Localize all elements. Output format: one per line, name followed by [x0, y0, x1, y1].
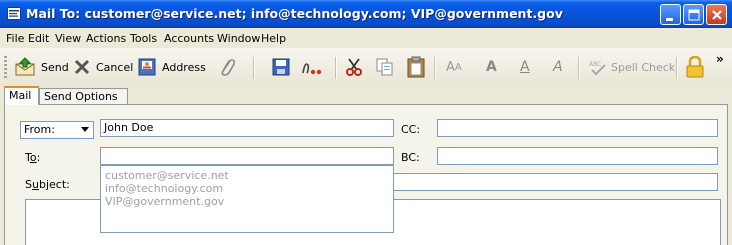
- from-select[interactable]: From:: [20, 121, 94, 139]
- underline-button[interactable]: A: [520, 55, 530, 79]
- lock-icon: [686, 56, 704, 78]
- underline-label: A: [520, 59, 530, 75]
- spell-check-icon: ABC: [589, 61, 606, 76]
- cancel-label: Cancel: [96, 60, 134, 74]
- menu-bar: File Edit View Actions Tools Accounts Wi…: [0, 28, 732, 48]
- spell-check-label: Spell Check: [611, 60, 676, 74]
- maximize-button[interactable]: [683, 4, 704, 25]
- mail-window-icon: [7, 7, 21, 20]
- address-book-icon: [138, 58, 156, 76]
- save-button[interactable]: [272, 55, 290, 79]
- svg-text:ABC: ABC: [589, 61, 601, 68]
- close-icon: [712, 10, 722, 20]
- address-label: Address: [162, 60, 206, 74]
- save-icon: [272, 58, 290, 76]
- signature-icon: [302, 63, 322, 75]
- toolbar-separator: [253, 57, 255, 79]
- toolbar-separator: [578, 57, 580, 79]
- paperclip-icon: [221, 59, 236, 76]
- maximize-icon: [688, 9, 700, 21]
- security-button[interactable]: [686, 55, 704, 79]
- toolbar-separator: [335, 57, 337, 79]
- font-size-small-label: A: [454, 61, 462, 73]
- to-field[interactable]: [100, 147, 394, 165]
- autocomplete-item[interactable]: customer@service.net: [105, 169, 229, 182]
- close-button[interactable]: [706, 4, 727, 25]
- tab-strip: Mail Send Options: [0, 86, 732, 105]
- cut-button[interactable]: [344, 55, 364, 79]
- italic-label: A: [553, 59, 563, 75]
- from-select-label: From:: [24, 123, 55, 136]
- menu-view[interactable]: View: [55, 32, 81, 45]
- mail-compose-window: Mail To: customer@service.net; info@tech…: [0, 0, 732, 245]
- toolbar-grip[interactable]: [4, 56, 7, 80]
- bold-button[interactable]: A: [486, 55, 497, 79]
- paste-button[interactable]: [406, 55, 426, 79]
- font-size-button[interactable]: AA: [446, 55, 462, 79]
- autocomplete-item[interactable]: info@technology.com: [105, 182, 223, 195]
- address-button[interactable]: Address: [137, 55, 206, 79]
- paste-icon: [407, 56, 425, 78]
- toolbar-separator: [434, 57, 436, 79]
- italic-button[interactable]: A: [553, 55, 563, 79]
- minimize-button[interactable]: [660, 4, 681, 25]
- copy-button[interactable]: [375, 55, 395, 79]
- bc-field[interactable]: [437, 147, 718, 165]
- tab-send-options[interactable]: Send Options: [39, 88, 128, 104]
- spell-check-button[interactable]: ABC Spell Check: [588, 55, 675, 79]
- cc-field[interactable]: [437, 119, 718, 137]
- tab-mail-label: Mail: [9, 89, 32, 102]
- toolbar-separator: [676, 57, 678, 79]
- attach-button[interactable]: [217, 55, 237, 79]
- menu-tools[interactable]: Tools: [130, 32, 157, 45]
- tab-mail[interactable]: Mail: [4, 86, 39, 105]
- to-label: To:: [25, 151, 41, 164]
- menu-actions[interactable]: Actions: [86, 32, 126, 45]
- copy-icon: [376, 58, 393, 76]
- cc-label: CC:: [401, 123, 421, 136]
- minimize-icon: [666, 18, 673, 21]
- toolbar: Send Cancel Address A A A A A ABC Spell …: [0, 48, 732, 87]
- send-button[interactable]: Send: [14, 55, 69, 79]
- menu-help[interactable]: Help: [261, 32, 286, 45]
- subject-label: Subject:: [25, 178, 70, 191]
- signature-button[interactable]: [299, 55, 325, 79]
- scissors-icon: [346, 58, 362, 76]
- from-value: John Doe: [104, 121, 154, 134]
- font-size-label: A: [446, 59, 455, 75]
- menu-accounts[interactable]: Accounts: [164, 32, 214, 45]
- send-icon: [15, 57, 35, 76]
- menu-edit[interactable]: Edit: [28, 32, 49, 45]
- send-label: Send: [41, 60, 69, 74]
- menu-file[interactable]: File: [6, 32, 24, 45]
- chevron-down-icon: [81, 127, 89, 132]
- to-autocomplete-list: customer@service.net info@technology.com…: [100, 165, 394, 233]
- from-field[interactable]: John Doe: [100, 119, 394, 137]
- toolbar-overflow-chevron[interactable]: »: [716, 52, 724, 66]
- bc-label: BC:: [401, 151, 420, 164]
- cancel-button[interactable]: Cancel: [73, 55, 133, 79]
- autocomplete-item[interactable]: VIP@government.gov: [105, 195, 224, 208]
- title-bar[interactable]: Mail To: customer@service.net; info@tech…: [0, 0, 732, 28]
- menu-window[interactable]: Window: [217, 32, 260, 45]
- window-title: Mail To: customer@service.net; info@tech…: [26, 6, 563, 21]
- tab-send-options-label: Send Options: [44, 90, 118, 103]
- cancel-icon: [74, 59, 90, 75]
- bold-label: A: [486, 59, 497, 75]
